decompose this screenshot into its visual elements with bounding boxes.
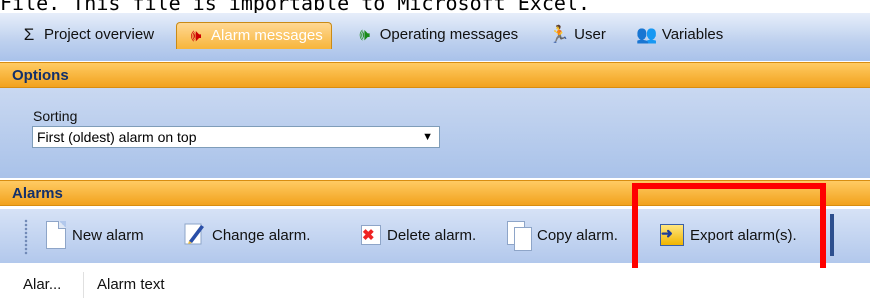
copy-documents-icon (507, 221, 532, 251)
toolbar-grip[interactable] (24, 219, 28, 255)
tab-project-overview[interactable]: Σ Project overview (10, 21, 162, 47)
user-icon: 🏃 (548, 24, 570, 44)
caption-line: File. This file is importable to Microso… (0, 0, 591, 13)
tab-label: Project overview (44, 25, 155, 43)
sorting-label: Sorting (33, 108, 78, 124)
change-alarm-button[interactable]: Change alarm. (184, 214, 310, 256)
sigma-icon: Σ (23, 24, 35, 44)
sorting-value: First (oldest) alarm on top (37, 129, 197, 145)
new-alarm-button[interactable]: New alarm (46, 214, 144, 256)
tab-operating-messages[interactable]: 🕪 Operating messages (346, 21, 526, 47)
tab-user[interactable]: 🏃 User (540, 21, 614, 47)
tab-row: Σ Project overview 🕪 Alarm messages 🕪 Op… (10, 20, 745, 49)
variables-icon: 👥 (636, 24, 658, 44)
options-header[interactable]: Options (0, 62, 870, 88)
delete-alarm-button[interactable]: ✖ Delete alarm. (361, 214, 476, 256)
tab-label: Alarm messages (211, 27, 323, 44)
tab-variables[interactable]: 👥 Variables (628, 21, 731, 47)
delete-alarm-label: Delete alarm. (387, 226, 477, 244)
alarm-list-header: Alar... Alarm text (0, 268, 870, 302)
highlight-box (632, 183, 826, 281)
tab-label: Variables (661, 25, 724, 43)
column-header-alarm-text[interactable]: Alarm text (97, 276, 165, 293)
new-document-icon (46, 221, 66, 249)
toolbar-end-bar (830, 214, 834, 256)
operating-speaker-icon: 🕪 (359, 24, 371, 44)
column-separator[interactable] (83, 272, 84, 298)
tab-label: Operating messages (379, 25, 519, 43)
tab-alarm-messages[interactable]: 🕪 Alarm messages (176, 21, 332, 49)
copy-alarm-label: Copy alarm. (537, 226, 618, 244)
delete-x-icon: ✖ (361, 225, 381, 245)
dropdown-arrow-icon[interactable]: ▼ (422, 131, 433, 143)
new-alarm-label: New alarm (72, 226, 144, 244)
change-alarm-label: Change alarm. (212, 226, 311, 244)
column-header-alarm-number[interactable]: Alar... (23, 276, 61, 293)
alarm-speaker-icon: 🕪 (190, 26, 202, 45)
copy-alarm-button[interactable]: Copy alarm. (507, 214, 618, 256)
edit-pencil-icon (184, 221, 206, 249)
tab-label: User (574, 25, 606, 43)
sorting-select[interactable]: First (oldest) alarm on top ▼ (32, 126, 440, 148)
